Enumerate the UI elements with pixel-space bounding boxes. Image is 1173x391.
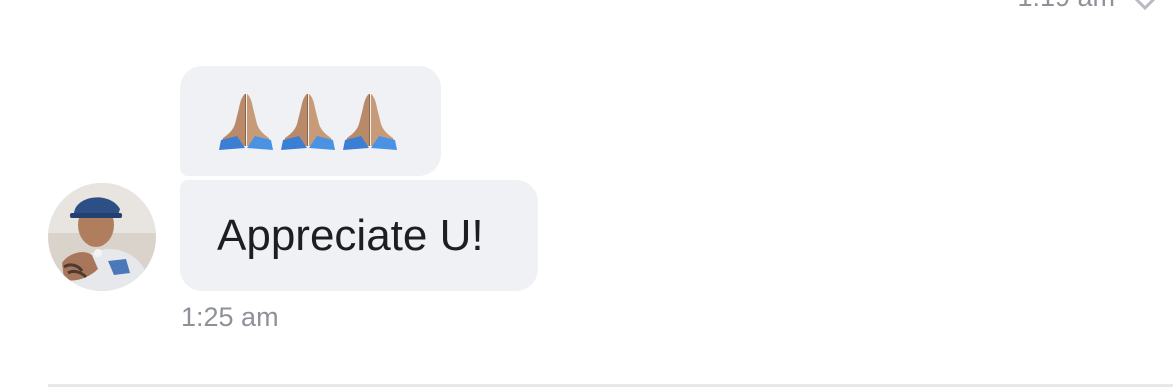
avatar-photo xyxy=(48,183,156,291)
folded-hands-icon xyxy=(281,94,335,150)
seen-check-icon xyxy=(1134,0,1156,11)
sender-avatar[interactable] xyxy=(48,183,156,291)
folded-hands-icon xyxy=(219,94,273,150)
divider xyxy=(48,384,1173,387)
message-text: Appreciate U! xyxy=(217,211,484,260)
message-timestamp: 1:25 am xyxy=(181,302,279,332)
emoji-message-bubble[interactable] xyxy=(180,66,441,176)
previous-message-timestamp: 1:19 am xyxy=(1017,0,1115,13)
text-message-bubble[interactable]: Appreciate U! xyxy=(180,180,538,291)
emoji-row xyxy=(215,90,401,152)
folded-hands-icon xyxy=(343,94,397,150)
